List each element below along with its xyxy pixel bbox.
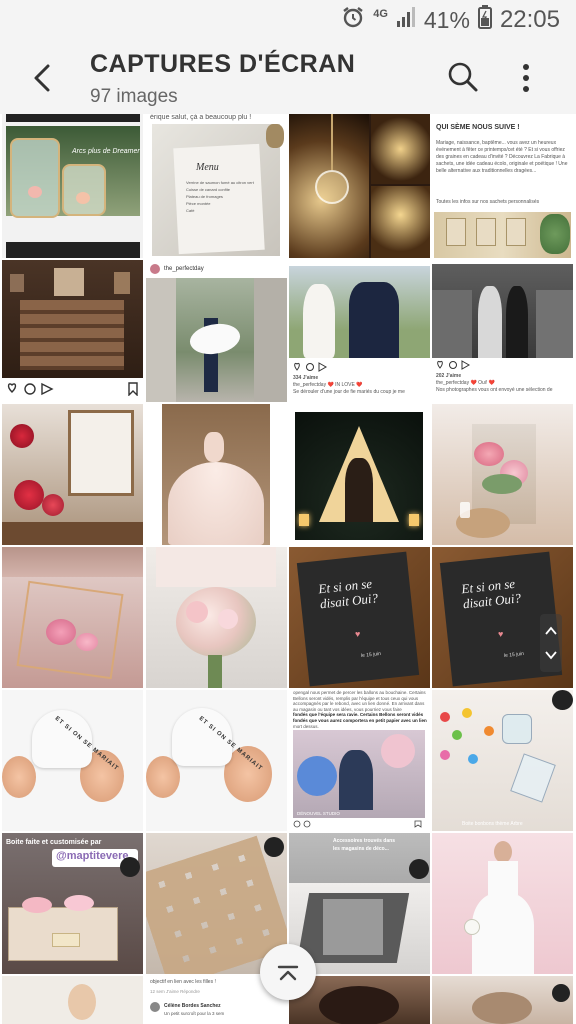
post-footer: Toutes les infos sur nos sachets personn… [436, 199, 540, 205]
more-vert-icon [523, 64, 529, 92]
thumbnail-terrarium[interactable] [2, 547, 143, 688]
thumbnail-jars[interactable]: Arcs plus de Dreamer [2, 114, 143, 258]
thumbnail-hair[interactable] [432, 976, 573, 1024]
scroll-arrows-icon [545, 626, 557, 660]
fast-scroll-handle[interactable] [540, 614, 562, 672]
menu-heading: Menu [196, 162, 219, 173]
back-arrow-icon [34, 64, 50, 92]
instagram-actions-icon [294, 362, 328, 372]
post-subcaption: Se dérouler d'une jour de fie mariés du … [293, 389, 405, 395]
thumbnail-eggs-ribbon-2[interactable]: ET SI ON SE MARIAIT [146, 690, 287, 831]
image-count: 97 images [90, 86, 178, 107]
app-header: CAPTURES D'ÉCRAN 97 images [0, 40, 576, 114]
thumbnail-bouquet[interactable] [146, 547, 287, 688]
post-heading: QUI SÈME NOUS SUIVE ! [436, 124, 520, 131]
menu-line: Plateau de fromages [186, 194, 223, 199]
network-type-label: 4G [373, 8, 388, 20]
menu-line: Pièce montée [186, 201, 211, 206]
status-bar: 4G 41% 22:05 [0, 0, 576, 40]
comment-meta: 12 sem J'aime Répondre [150, 989, 200, 994]
thumbnail-text: Boite faite et customisée par [6, 839, 102, 846]
instagram-actions-icon [293, 820, 422, 828]
post-text-bold: fondés que l'équipe sera ravie. Certains… [293, 712, 427, 723]
post-text: opengal nous permet de percer les ballon… [293, 690, 426, 712]
thumbnail-couple-lift[interactable]: the_perfectday [146, 260, 287, 402]
heart-icon: ♥ [498, 629, 504, 639]
comment-body: Un petit surcroît pour la 3 sem [164, 1011, 225, 1016]
thumbnail-flower-sign[interactable] [2, 404, 143, 545]
thumbnail-eggs-ribbon-1[interactable]: ET SI ON SE MARIAIT [2, 690, 143, 831]
instagram-actions-icon [437, 360, 471, 370]
heart-icon: ♥ [355, 629, 361, 639]
post-subcaption: Nos photographes vous ont envoyé une sél… [436, 387, 553, 393]
album-title: CAPTURES D'ÉCRAN [90, 50, 356, 78]
thumbnail-balloons[interactable]: opengal nous permet de percer les ballon… [289, 690, 430, 831]
thumbnail-menu-card[interactable]: érique salut, çà a beaucoup plu ! Menu V… [146, 114, 287, 258]
scroll-to-top-button[interactable] [260, 944, 316, 1000]
thumbnail-bride-dress[interactable] [432, 833, 573, 974]
thumbnail-decor-accessories[interactable]: Accessoires trouvés dans les magasins de… [289, 833, 430, 974]
thumbnail-table-centerpiece[interactable] [432, 404, 573, 545]
search-button[interactable] [446, 60, 480, 94]
comment-author: Célène Bordes Sanchez [164, 1003, 221, 1009]
alarm-icon [341, 5, 365, 35]
menu-line: Café [186, 208, 195, 213]
thumbnail-wedding-crowd[interactable]: 202 J'aime the_perfectday ❤️ Oui! ❤️ Nos… [432, 260, 573, 402]
battery-icon [477, 5, 492, 35]
photo-credit: DÉNOUVEL STUDIO [297, 811, 340, 816]
more-options-button[interactable] [512, 60, 540, 96]
clock-time: 22:05 [499, 6, 560, 33]
search-icon [448, 62, 478, 92]
image-grid: Arcs plus de Dreamer érique salut, çà a … [0, 114, 576, 1024]
chevron-up-icon [277, 965, 299, 981]
thumbnail-tipi-lights[interactable] [289, 404, 430, 545]
thumbnail-caption: Arcs plus de Dreamer [72, 148, 140, 155]
post-body: Mariage, naissance, baptême... vous avez… [436, 140, 568, 174]
back-button[interactable] [26, 60, 62, 96]
thumbnail-tag: @maptitevere [56, 850, 129, 862]
thumbnail-card-oui-1[interactable]: Et si on se disait Oui? ♥ le 15 juin [289, 547, 430, 688]
thumbnail-hanging-lights[interactable] [289, 114, 430, 258]
comment-text: objectif en lien avec les filles ! [150, 979, 216, 985]
battery-percent: 41% [423, 6, 470, 33]
thumbnail-pallet-bar[interactable] [2, 260, 143, 402]
bookmark-icon [128, 382, 138, 396]
post-text-tail: mort dessus. [293, 724, 319, 729]
thumbnail-couple-dance[interactable]: 334 J'aime the_perfectday ❤️ IN LOVE ❤️ … [289, 260, 430, 402]
thumbnail-bride-gown[interactable] [146, 404, 287, 545]
signal-icon [396, 6, 416, 34]
thumbnail-portrait-bride[interactable] [2, 976, 143, 1024]
thumbnail-seed-packets[interactable]: QUI SÈME NOUS SUIVE ! Mariage, naissance… [432, 114, 573, 258]
thumbnail-caption: Boite bonbons thème Arbre [462, 821, 523, 827]
instagram-username: the_perfectday [164, 266, 204, 272]
thumbnail-candy-box[interactable]: Boite bonbons thème Arbre [432, 690, 573, 831]
thumbnail-top-text: érique salut, çà a beaucoup plu ! [150, 114, 252, 121]
thumbnail-custom-box[interactable]: Boite faite et customisée par @maptiteve… [2, 833, 143, 974]
instagram-actions-icon [7, 382, 54, 396]
menu-line: Verrine de saumon fumé au citron vert [186, 180, 254, 185]
thumbnail-caption: Accessoires trouvés dans les magasins de… [333, 838, 395, 852]
menu-line: Cuisse de canard confite [186, 187, 231, 192]
